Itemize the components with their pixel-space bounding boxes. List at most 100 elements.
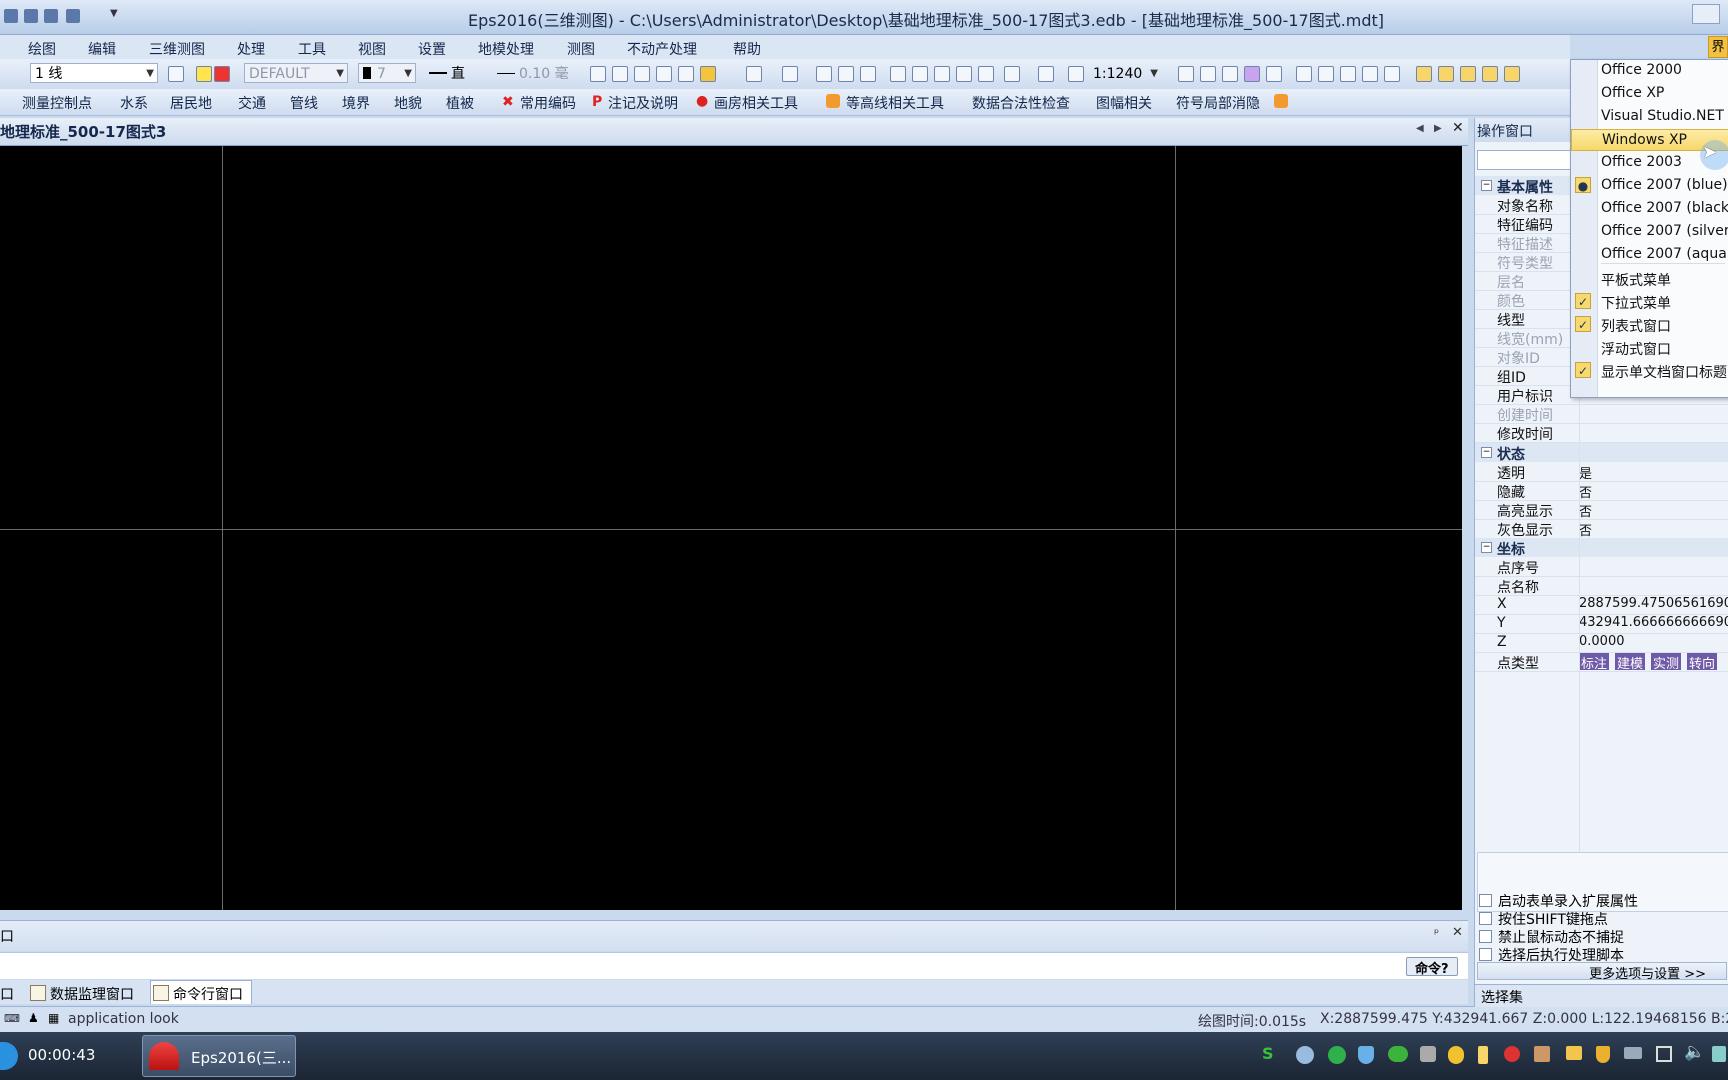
brush-icon[interactable]	[656, 66, 672, 82]
snap-1-icon[interactable]	[1416, 66, 1432, 82]
menu-edit[interactable]: 编辑	[88, 39, 116, 59]
layout-2-icon[interactable]	[1318, 66, 1334, 82]
coordinate-property-row[interactable]: X 2887599.47506561690	[1475, 595, 1728, 615]
option-extended-attributes[interactable]: 启动表单录入扩展属性	[1475, 891, 1638, 911]
point-type-annotation[interactable]: 标注	[1579, 653, 1610, 672]
theme-menu-item[interactable]: Visual Studio.NET 2	[1571, 106, 1728, 128]
menu-help[interactable]: 帮助	[733, 39, 761, 59]
layout-5-icon[interactable]	[1384, 66, 1400, 82]
toolbar-residential[interactable]: 居民地	[170, 93, 212, 113]
copy-icon[interactable]	[838, 66, 854, 82]
monitor-icon[interactable]	[678, 66, 694, 82]
property-value[interactable]: 2887599.47506561690	[1579, 596, 1728, 611]
coordinate-property-row[interactable]: 点名称	[1475, 576, 1728, 596]
theme-menu-item[interactable]: Office 2000	[1571, 60, 1728, 82]
menu-draw[interactable]: 绘图	[28, 39, 56, 59]
users-icon[interactable]: ♟	[28, 1011, 39, 1025]
state-property-row[interactable]: 高亮显示 否	[1475, 500, 1728, 520]
snap-3-icon[interactable]	[1460, 66, 1476, 82]
tool-icon[interactable]	[1420, 1046, 1436, 1062]
state-property-row[interactable]: 灰色显示 否	[1475, 519, 1728, 539]
collapse-icon[interactable]: −	[1481, 542, 1492, 553]
group-coordinates[interactable]: − 坐标	[1475, 538, 1728, 558]
map-canvas[interactable]	[0, 146, 1462, 910]
print-icon[interactable]	[24, 9, 38, 23]
menu-view[interactable]: 视图	[358, 39, 386, 59]
group-state[interactable]: − 状态	[1475, 443, 1728, 463]
printer-icon[interactable]	[66, 9, 80, 23]
keyboard-icon[interactable]: ⌨	[4, 1012, 20, 1025]
tab-prev-icon[interactable]: ◀	[1416, 123, 1424, 134]
point-type-turning[interactable]: 转向	[1687, 653, 1718, 672]
window-option-item[interactable]: ✓ 下拉式菜单	[1571, 291, 1728, 313]
cut-icon[interactable]	[816, 66, 832, 82]
checkbox[interactable]	[1479, 930, 1492, 943]
rotate-icon[interactable]	[1004, 66, 1020, 82]
scale-combo[interactable]: 1:1240 ▼	[1088, 63, 1162, 83]
toolbar-water[interactable]: 水系	[120, 93, 148, 113]
wechat-icon[interactable]	[1388, 1046, 1408, 1062]
option-shift-drag[interactable]: 按住SHIFT键拖点	[1475, 909, 1608, 929]
tab-command-line-active[interactable]: 命令行窗口	[150, 980, 252, 1004]
menu-realestate[interactable]: 不动产处理	[627, 39, 697, 59]
toolbar-landform[interactable]: 地貌	[394, 93, 422, 113]
qq-icon[interactable]	[1448, 1046, 1464, 1064]
volume-icon[interactable]: 🔈	[1684, 1042, 1705, 1062]
property-value[interactable]: 0.0000	[1579, 634, 1728, 649]
menu-3d-survey[interactable]: 三维测图	[149, 39, 205, 59]
grid-3-icon[interactable]	[1222, 66, 1238, 82]
quick-access-dropdown-icon[interactable]: ▼	[110, 8, 118, 19]
save-icon[interactable]	[4, 9, 18, 23]
window-option-item[interactable]: 浮动式窗口	[1571, 337, 1728, 359]
window-option-item[interactable]: ✓ 列表式窗口	[1571, 314, 1728, 336]
tab-selection-set[interactable]: 选择集	[1481, 987, 1523, 1007]
close-panel-icon[interactable]: ✕	[1452, 925, 1463, 940]
toolbar-control-points[interactable]: 测量控制点	[22, 93, 92, 113]
tab-next-icon[interactable]: ▶	[1434, 123, 1442, 134]
state-property-row[interactable]: 透明 是	[1475, 462, 1728, 482]
notification-icon[interactable]	[1712, 1046, 1726, 1062]
bulb-icon[interactable]	[196, 66, 212, 82]
checkbox[interactable]	[1479, 894, 1492, 907]
usb-icon[interactable]	[1478, 1046, 1488, 1064]
state-property-row[interactable]: 隐藏 否	[1475, 481, 1728, 501]
toolbar-contour-tools[interactable]: 等高线相关工具	[846, 93, 944, 113]
apps-icon[interactable]: ▦	[48, 1011, 59, 1025]
basic-property-row[interactable]: 创建时间	[1475, 404, 1728, 424]
menu-terrain[interactable]: 地模处理	[478, 39, 534, 59]
snap-2-icon[interactable]	[1438, 66, 1454, 82]
property-value[interactable]: 是	[1579, 463, 1728, 482]
linetype-combo[interactable]: 1 线 ▼	[30, 63, 158, 83]
snap-5-icon[interactable]	[1504, 66, 1520, 82]
browser-icon[interactable]	[1328, 1046, 1346, 1064]
folder-icon[interactable]	[1566, 1046, 1582, 1060]
line-style-combo[interactable]: 直	[424, 63, 484, 83]
document-tab[interactable]: 地理标准_500-17图式3	[0, 121, 166, 142]
preview-icon[interactable]	[44, 9, 58, 23]
redo-icon[interactable]	[782, 66, 798, 82]
layout-1-icon[interactable]	[1296, 66, 1312, 82]
edit-icon[interactable]	[634, 66, 650, 82]
sogou-icon[interactable]: S	[1262, 1044, 1274, 1063]
layer-combo[interactable]: DEFAULT ▼	[244, 63, 348, 83]
lock-icon[interactable]	[214, 66, 230, 82]
more-options-button[interactable]: 更多选项与设置 >>	[1477, 962, 1727, 982]
coordinate-property-row[interactable]: Y 432941.666666666690	[1475, 614, 1728, 634]
command-input[interactable]: 命令?	[0, 952, 1468, 979]
toolbar-pipeline[interactable]: 管线	[290, 93, 318, 113]
toolbar-traffic[interactable]: 交通	[238, 93, 266, 113]
basic-property-row[interactable]: 修改时间	[1475, 423, 1728, 443]
close-document-icon[interactable]: ✕	[1452, 120, 1464, 136]
toolbar-boundary[interactable]: 境界	[342, 93, 370, 113]
property-value[interactable]: 否	[1579, 520, 1728, 539]
theme-menu-item[interactable]: Office XP	[1571, 83, 1728, 105]
snap-4-icon[interactable]	[1482, 66, 1498, 82]
toolbar-sheet[interactable]: 图幅相关	[1096, 93, 1152, 113]
layout-4-icon[interactable]	[1362, 66, 1378, 82]
menu-process[interactable]: 处理	[237, 39, 265, 59]
tab-output[interactable]: 口	[0, 984, 14, 1004]
object-selector[interactable]	[1477, 150, 1579, 170]
zoom-out-icon[interactable]	[890, 66, 906, 82]
menu-tools[interactable]: 工具	[298, 39, 326, 59]
minimize-button[interactable]	[1692, 4, 1720, 24]
